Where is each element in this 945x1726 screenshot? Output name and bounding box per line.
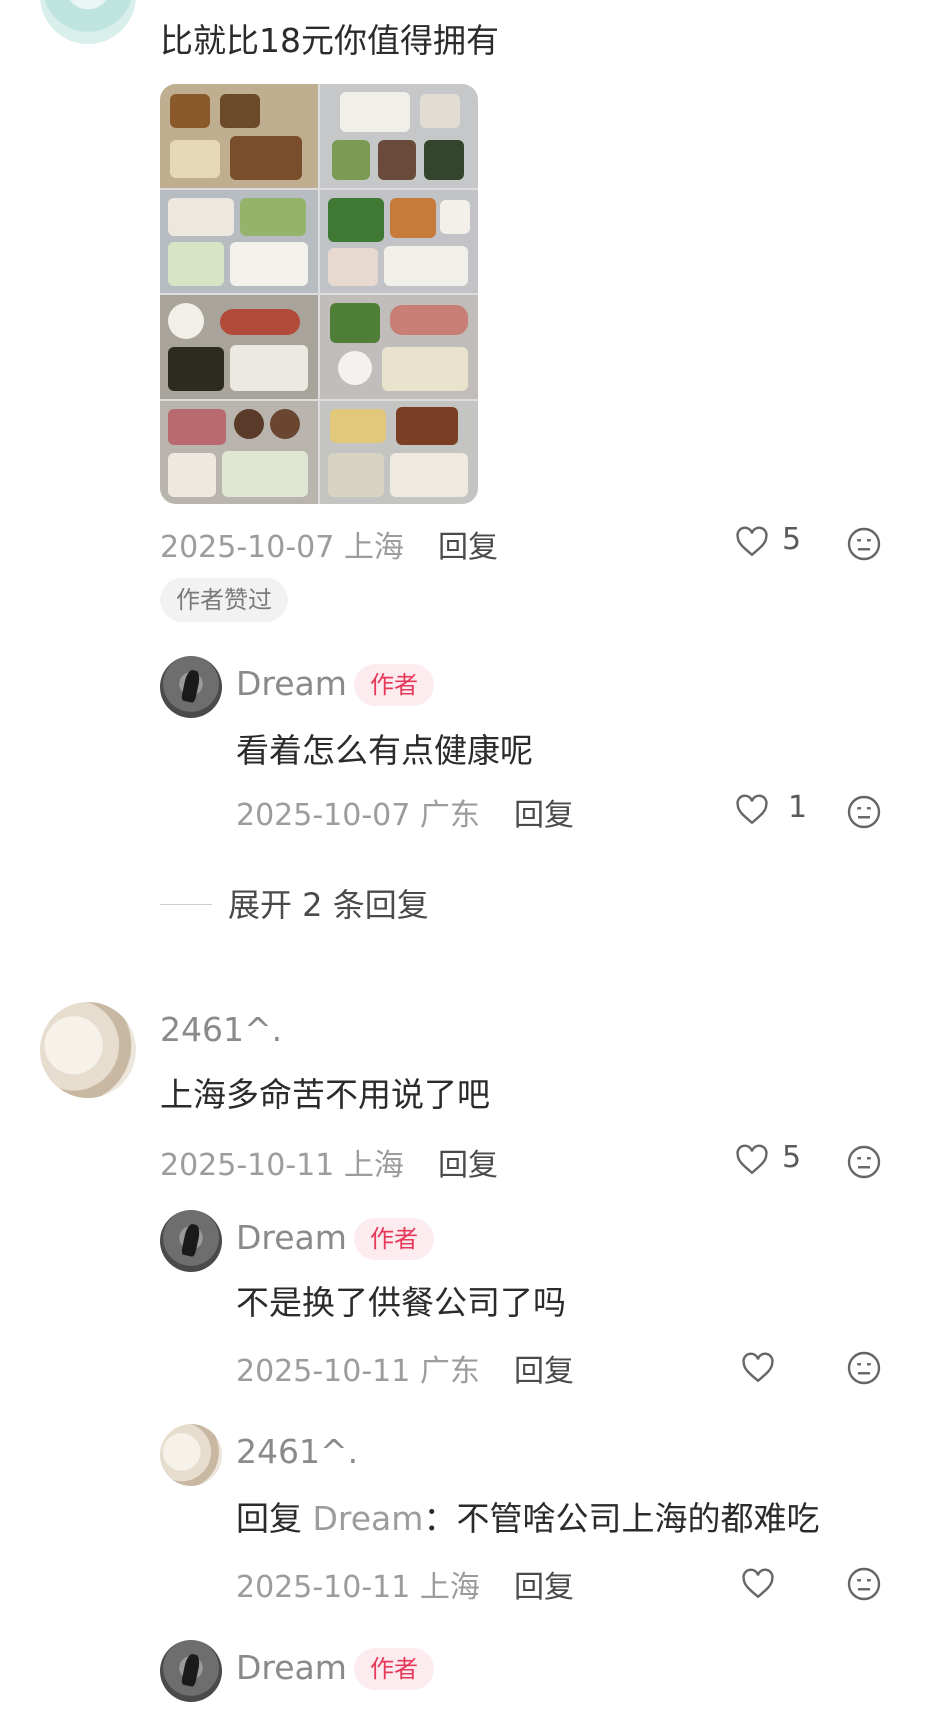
heart-outline-icon[interactable] [740,1350,776,1386]
reply-button[interactable]: 回复 [514,1346,574,1390]
reply-location: 广东 [419,1354,480,1389]
comment-username[interactable]: 2461^. [160,1010,282,1049]
meh-face-icon[interactable] [846,1350,882,1386]
author-liked-badge: 作者赞过 [160,578,288,622]
reply-button[interactable]: 回复 [514,790,574,834]
heart-outline-icon[interactable] [734,1142,770,1178]
comment-location: 上海 [343,530,404,565]
reply-text: 不是换了供餐公司了吗 [236,1283,566,1322]
author-badge: 作者 [354,1648,434,1690]
comment-meta: 2025-10-11 上海 [160,1140,404,1184]
author-badge: 作者 [354,664,434,706]
reply-date: 2025-10-11 [236,1570,411,1605]
meh-face-icon[interactable] [846,1566,882,1602]
reply-username[interactable]: Dream [236,664,347,703]
reply-username[interactable]: Dream [236,1648,347,1687]
comment-location: 上海 [343,1148,404,1183]
reply-text: 看着怎么有点健康呢 [236,731,533,770]
reply-button[interactable]: 回复 [438,522,498,566]
meh-face-icon[interactable] [846,526,882,562]
author-badge: 作者 [354,1218,434,1260]
like-count: 5 [782,1140,802,1175]
expand-divider [160,904,212,905]
like-count: 1 [788,790,808,825]
comment-image[interactable] [160,84,478,504]
reply-meta: 2025-10-11 上海 [236,1562,480,1606]
reply-date: 2025-10-07 [236,798,411,833]
reply-meta: 2025-10-11 广东 [236,1346,480,1390]
comment-meta: 2025-10-07 上海 [160,522,404,566]
like-count: 5 [782,522,802,557]
avatar[interactable] [160,1210,222,1272]
heart-outline-icon[interactable] [740,1566,776,1602]
heart-outline-icon[interactable] [734,792,770,828]
comment-text: 上海多命苦不用说了吧 [160,1075,490,1114]
reply-body: ：不管啥公司上海的都难吃 [423,1499,820,1538]
reply-button[interactable]: 回复 [514,1562,574,1606]
avatar[interactable] [160,656,222,718]
reply-prefix: 回复 [236,1499,302,1538]
heart-outline-icon[interactable] [734,524,770,560]
meh-face-icon[interactable] [846,1144,882,1180]
reply-meta: 2025-10-07 广东 [236,790,480,834]
reply-text: 回复 Dream：不管啥公司上海的都难吃 [236,1492,819,1540]
comment-text: 比就比18元你值得拥有 [160,21,499,60]
expand-replies-button[interactable]: 展开 2 条回复 [228,880,429,926]
comment-date: 2025-10-07 [160,530,335,565]
reply-username[interactable]: 2461^. [236,1432,358,1471]
reply-button[interactable]: 回复 [438,1140,498,1184]
reply-date: 2025-10-11 [236,1354,411,1389]
avatar[interactable] [40,1002,136,1098]
comment-date: 2025-10-11 [160,1148,335,1183]
reply-target-user[interactable]: Dream [313,1499,424,1538]
reply-username[interactable]: Dream [236,1218,347,1257]
reply-location: 上海 [419,1570,480,1605]
meh-face-icon[interactable] [846,794,882,830]
avatar[interactable] [160,1424,222,1486]
avatar[interactable] [40,0,136,44]
reply-location: 广东 [419,798,480,833]
avatar[interactable] [160,1640,222,1702]
